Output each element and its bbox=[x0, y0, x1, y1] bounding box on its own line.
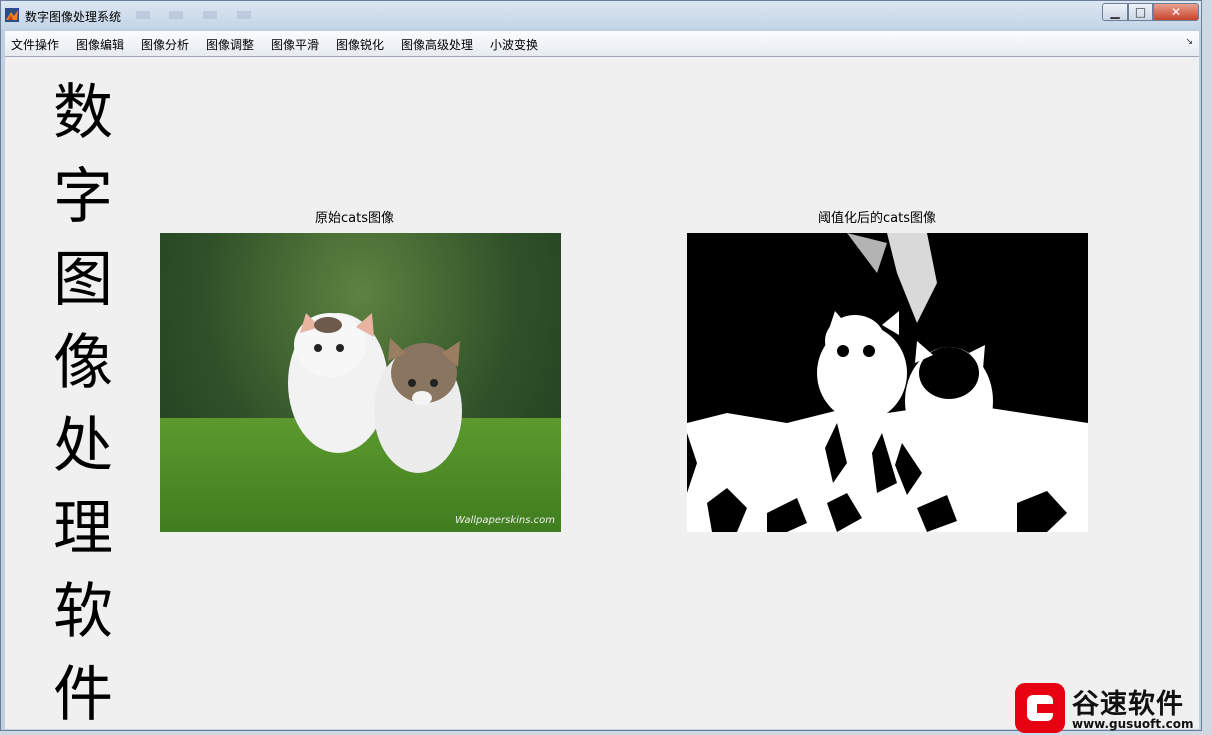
kittens-illustration bbox=[288, 313, 462, 473]
ghost-toolbar-icon bbox=[237, 11, 251, 19]
menu-overflow-icon[interactable]: ↘ bbox=[1185, 37, 1193, 47]
menu-bar: 文件操作 图像编辑 图像分析 图像调整 图像平滑 图像锐化 图像高级处理 小波变… bbox=[5, 31, 1199, 57]
figure-area: 数 字 图 像 处 理 软 件 原始cats图像 Wallpaperskins.… bbox=[5, 57, 1199, 729]
menu-sharpen[interactable]: 图像锐化 bbox=[336, 36, 384, 53]
menu-smooth[interactable]: 图像平滑 bbox=[271, 36, 319, 53]
logo-g-icon bbox=[1015, 683, 1065, 733]
image-watermark: Wallpaperskins.com bbox=[455, 515, 555, 526]
banner-char: 像 bbox=[53, 328, 113, 398]
ghost-toolbar-icon bbox=[203, 11, 217, 19]
threshold-image-title: 阈值化后的cats图像 bbox=[818, 211, 936, 226]
maximize-button[interactable]: □ bbox=[1128, 3, 1153, 21]
ghost-toolbar-icon bbox=[169, 11, 183, 19]
menu-adjust[interactable]: 图像调整 bbox=[206, 36, 254, 53]
menu-analysis[interactable]: 图像分析 bbox=[141, 36, 189, 53]
logo-url: www.gusuoft.com bbox=[1072, 717, 1194, 731]
threshold-illustration bbox=[687, 233, 1088, 532]
menu-advanced[interactable]: 图像高级处理 bbox=[401, 36, 473, 53]
original-cats-image: Wallpaperskins.com bbox=[160, 233, 561, 532]
banner-char: 图 bbox=[53, 245, 113, 315]
logo-name: 谷速软件 bbox=[1072, 689, 1184, 720]
minimize-button[interactable]: ▁ bbox=[1102, 3, 1128, 21]
window-title: 数字图像处理系统 bbox=[25, 10, 122, 24]
site-logo: 谷速软件 www.gusuoft.com bbox=[1012, 680, 1212, 735]
close-button[interactable]: ✕ bbox=[1153, 3, 1199, 21]
ghost-toolbar-icon bbox=[136, 11, 150, 19]
banner-char: 字 bbox=[53, 162, 113, 232]
menu-edit[interactable]: 图像编辑 bbox=[76, 36, 124, 53]
banner-char: 数 bbox=[53, 78, 113, 148]
banner-char: 理 bbox=[53, 494, 113, 564]
banner-char: 软 bbox=[53, 577, 113, 647]
matlab-icon bbox=[5, 8, 19, 22]
banner-char: 件 bbox=[53, 660, 113, 730]
menu-file[interactable]: 文件操作 bbox=[11, 36, 59, 53]
menu-wavelet[interactable]: 小波变换 bbox=[490, 36, 538, 53]
original-image-title: 原始cats图像 bbox=[315, 211, 394, 226]
app-window: 数字图像处理系统 ▁ □ ✕ 文件操作 图像编辑 图像分析 图像调整 图像平滑 … bbox=[0, 0, 1202, 731]
title-bar[interactable]: 数字图像处理系统 ▁ □ ✕ bbox=[1, 1, 1201, 29]
banner-char: 处 bbox=[53, 411, 113, 481]
thresholded-cats-image bbox=[687, 233, 1088, 532]
